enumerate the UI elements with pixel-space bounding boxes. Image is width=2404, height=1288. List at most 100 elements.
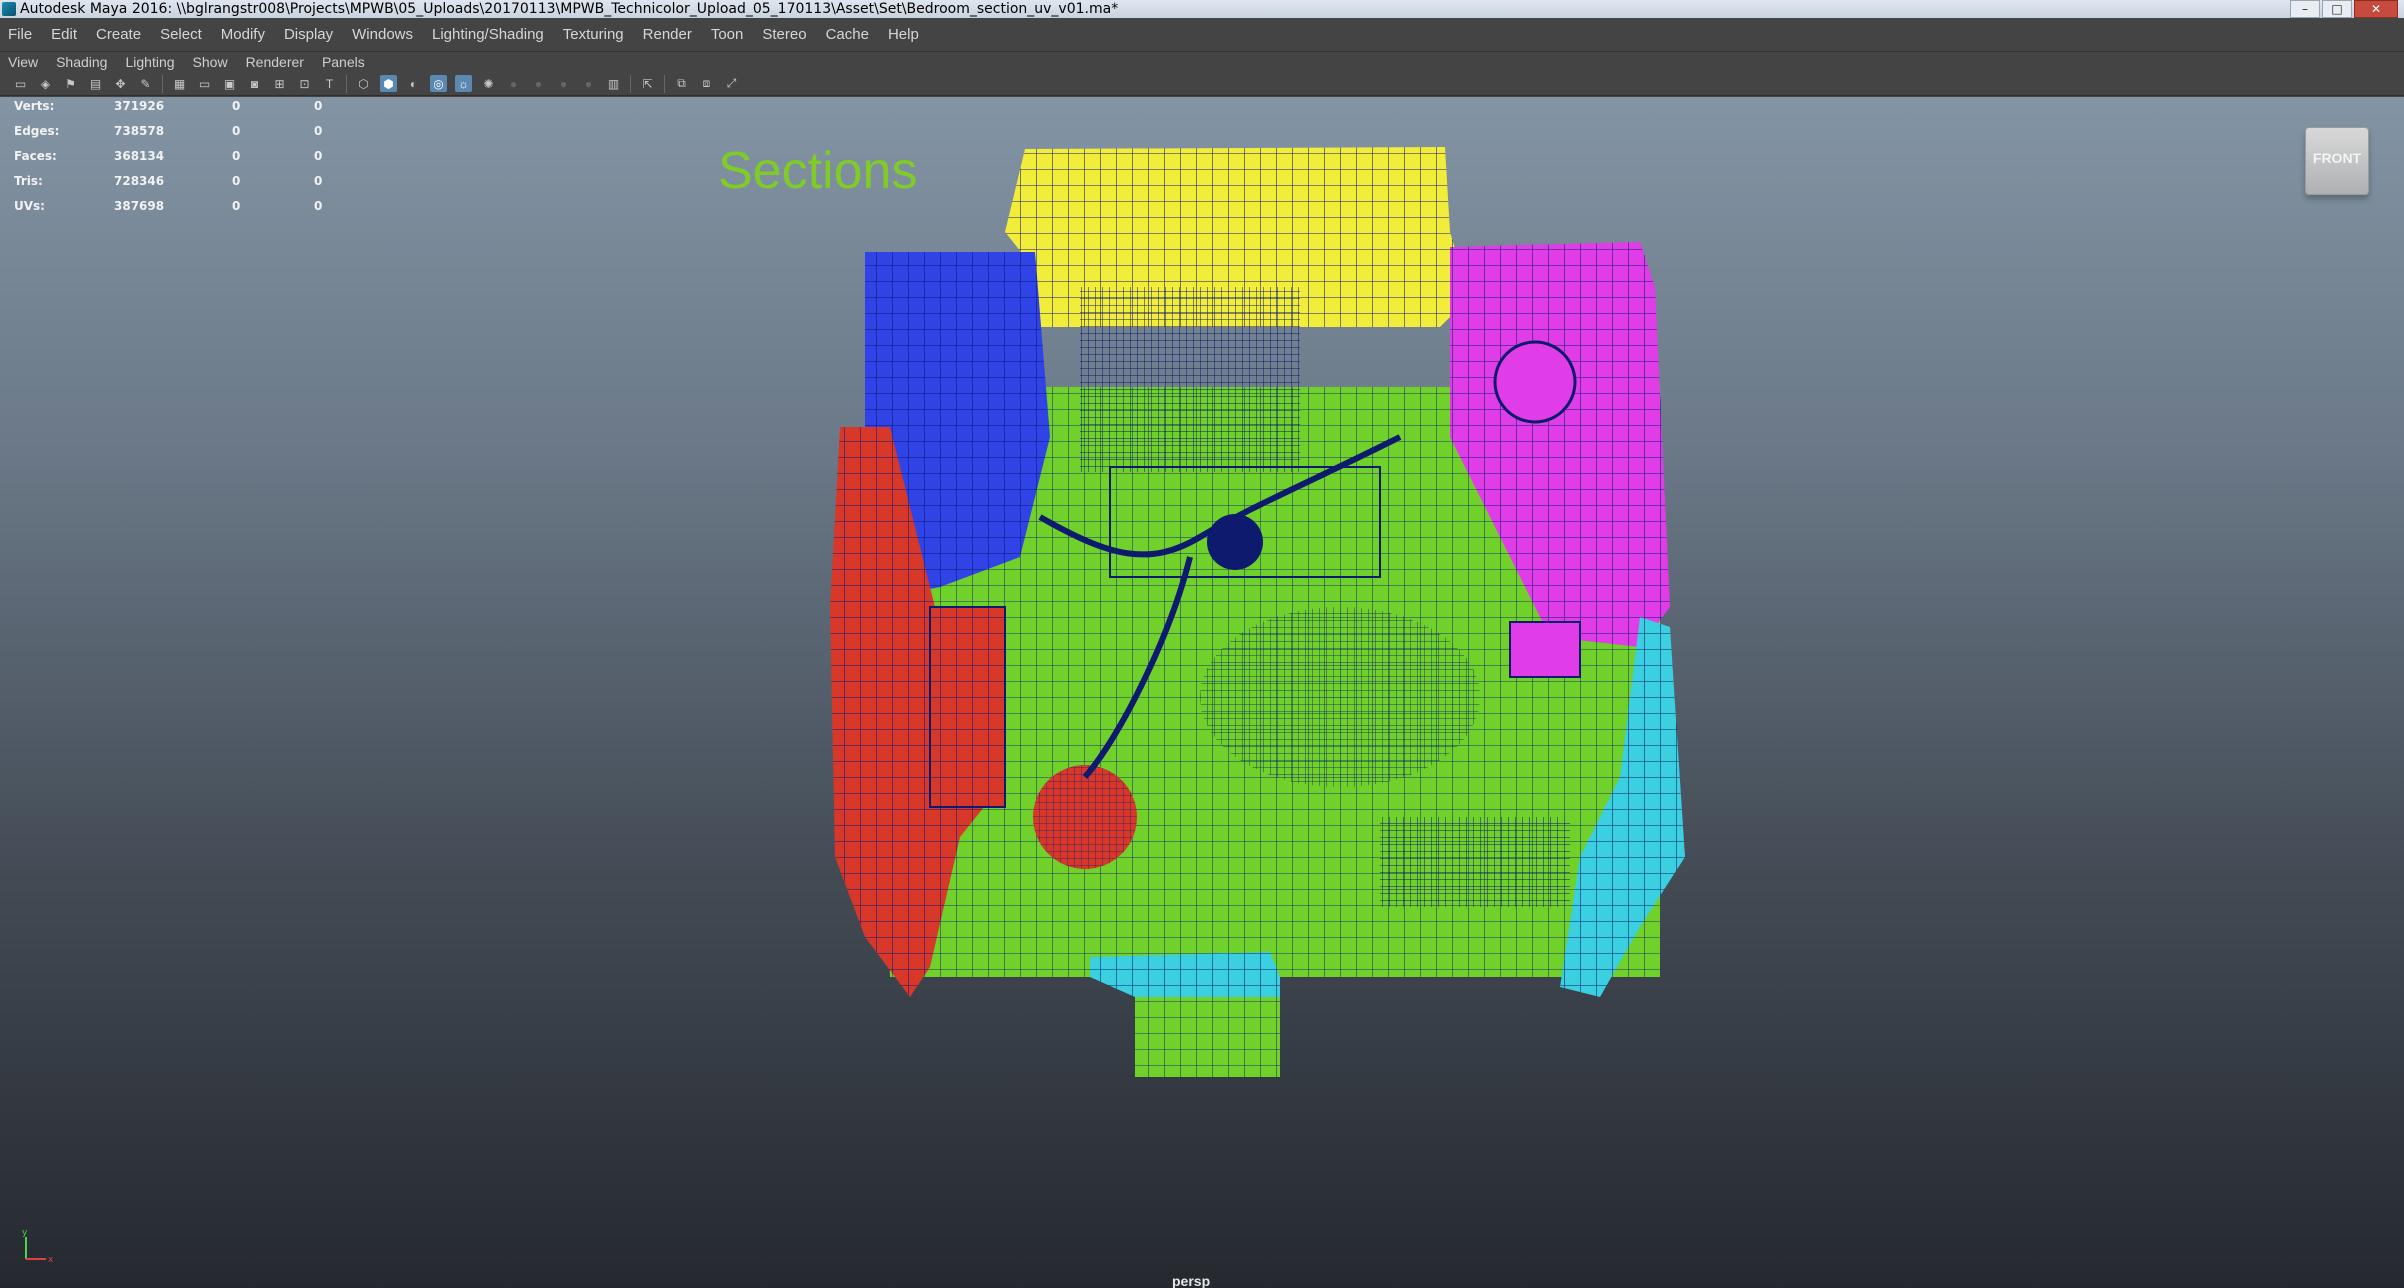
screen-space-ao-icon[interactable]: ● [505, 75, 522, 92]
hud-value: 738578 [114, 124, 165, 138]
panel-menu-lighting[interactable]: Lighting [125, 54, 174, 70]
toolbar-separator [630, 74, 631, 93]
film-gate-icon[interactable]: ▭ [196, 75, 213, 92]
window-title: Autodesk Maya 2016: \\bglrangstr008\Proj… [20, 1, 1119, 17]
depth-of-field-icon[interactable]: ● [580, 75, 597, 92]
hud-value: 0 [232, 124, 241, 138]
main-menu-bar: File Edit Create Select Modify Display W… [0, 18, 2404, 52]
wireframe-on-shaded-icon[interactable]: ◐ [405, 75, 422, 92]
safe-title-icon[interactable]: T [321, 75, 338, 92]
hud-label: Verts: [14, 99, 55, 113]
panel-menu-show[interactable]: Show [193, 54, 228, 70]
toolbar-separator [162, 74, 163, 93]
hud-value: 0 [314, 174, 323, 188]
menu-create[interactable]: Create [96, 26, 141, 43]
hud-label: Faces: [14, 149, 57, 163]
shadows-icon[interactable]: ✺ [480, 75, 497, 92]
menu-texturing[interactable]: Texturing [563, 26, 624, 43]
hud-label: Edges: [14, 124, 60, 138]
hud-value: 368134 [114, 149, 165, 163]
motion-blur-icon[interactable]: ● [530, 75, 547, 92]
isolate-select-icon[interactable]: ▥ [605, 75, 622, 92]
hud-value: 0 [314, 149, 323, 163]
globe-mesh[interactable] [1207, 514, 1263, 570]
menu-toon[interactable]: Toon [711, 26, 744, 43]
maximize-button[interactable]: □ [2322, 0, 2352, 18]
safe-action-icon[interactable]: ⊡ [296, 75, 313, 92]
xray-icon[interactable]: ⇱ [639, 75, 656, 92]
camera-name-label: persp [1172, 1273, 1211, 1288]
menu-stereo[interactable]: Stereo [762, 26, 806, 43]
hud-value: 387698 [114, 199, 165, 213]
hud-value: 0 [314, 99, 323, 113]
frame-all-icon[interactable]: ⤢ [723, 75, 740, 92]
menu-cache[interactable]: Cache [826, 26, 869, 43]
select-camera-icon[interactable]: ▭ [12, 75, 29, 92]
grease-pencil-icon[interactable]: ✎ [137, 75, 154, 92]
menu-file[interactable]: File [8, 26, 32, 43]
hud-value: 0 [232, 149, 241, 163]
perspective-viewport[interactable]: Verts: 371926 0 0 Edges: 738578 0 0 Face… [0, 97, 2404, 1288]
panel-menu-shading[interactable]: Shading [56, 54, 107, 70]
hud-value: 728346 [114, 174, 165, 188]
xray-joints-icon[interactable]: ⧉ [673, 75, 690, 92]
hud-value: 0 [314, 124, 323, 138]
bedroom-section-model[interactable] [780, 137, 1720, 1077]
maya-app-icon [2, 2, 16, 16]
hud-row-faces: Faces: 368134 0 0 [14, 147, 334, 172]
resolution-gate-icon[interactable]: ▣ [221, 75, 238, 92]
hud-value: 371926 [114, 99, 165, 113]
panel-toolbar: ▭ ◈ ⚑ ▤ ✥ ✎ ▦ ▭ ▣ ◙ ⊞ ⊡ T ⬡ ⬢ ◐ ◎ ☼ ✺ ● … [0, 72, 2404, 96]
menu-modify[interactable]: Modify [221, 26, 265, 43]
bookmark-icon[interactable]: ⚑ [62, 75, 79, 92]
menu-select[interactable]: Select [160, 26, 202, 43]
use-all-lights-icon[interactable]: ☼ [455, 75, 472, 92]
toolbar-separator [664, 74, 665, 93]
close-button[interactable]: ✕ [2354, 0, 2398, 18]
hud-value: 0 [232, 99, 241, 113]
lamp-mesh[interactable] [1493, 340, 1577, 424]
hud-row-uvs: UVs: 387698 0 0 [14, 197, 334, 222]
hammock-mesh[interactable] [1200, 607, 1480, 787]
image-plane-icon[interactable]: ▤ [87, 75, 104, 92]
menu-help[interactable]: Help [888, 26, 919, 43]
panel-menu-bar: View Shading Lighting Show Renderer Pane… [0, 52, 2404, 72]
gate-mask-icon[interactable]: ◙ [246, 75, 263, 92]
title-bar: Autodesk Maya 2016: \\bglrangstr008\Proj… [0, 0, 2404, 18]
backface-culling-icon[interactable]: ⧈ [698, 75, 715, 92]
viewcube[interactable]: FRONT [2305, 127, 2369, 195]
bed-mesh[interactable] [1080, 287, 1300, 472]
two-d-pan-icon[interactable]: ✥ [112, 75, 129, 92]
panel-menu-view[interactable]: View [8, 54, 38, 70]
poly-count-hud: Verts: 371926 0 0 Edges: 738578 0 0 Face… [14, 97, 334, 222]
hud-label: Tris: [14, 174, 43, 188]
textured-icon[interactable]: ◎ [430, 75, 447, 92]
smooth-shade-icon[interactable]: ⬢ [380, 75, 397, 92]
menu-edit[interactable]: Edit [51, 26, 77, 43]
panel-menu-renderer[interactable]: Renderer [246, 54, 304, 70]
shelf-mesh[interactable] [1380, 817, 1570, 907]
axis-indicator: y x [22, 1228, 54, 1265]
hud-value: 0 [232, 174, 241, 188]
hud-row-tris: Tris: 728346 0 0 [14, 172, 334, 197]
cushion-mesh[interactable] [1509, 621, 1581, 678]
menu-windows[interactable]: Windows [352, 26, 413, 43]
hud-value: 0 [232, 199, 241, 213]
wireframe-icon[interactable]: ⬡ [355, 75, 372, 92]
hud-row-verts: Verts: 371926 0 0 [14, 97, 334, 122]
multisample-aa-icon[interactable]: ● [555, 75, 572, 92]
window-controls: – □ ✕ [2290, 0, 2398, 18]
minimize-button[interactable]: – [2290, 0, 2320, 18]
panel-menu-panels[interactable]: Panels [322, 54, 365, 70]
menu-display[interactable]: Display [284, 26, 333, 43]
axis-y-label: y [22, 1228, 28, 1238]
field-chart-icon[interactable]: ⊞ [271, 75, 288, 92]
axis-x-label: x [48, 1255, 54, 1265]
hud-row-edges: Edges: 738578 0 0 [14, 122, 334, 147]
menu-render[interactable]: Render [643, 26, 692, 43]
camera-attributes-icon[interactable]: ◈ [37, 75, 54, 92]
grid-icon[interactable]: ▦ [171, 75, 188, 92]
toolbar-separator [346, 74, 347, 93]
hud-value: 0 [314, 199, 323, 213]
menu-lighting-shading[interactable]: Lighting/Shading [432, 26, 544, 43]
